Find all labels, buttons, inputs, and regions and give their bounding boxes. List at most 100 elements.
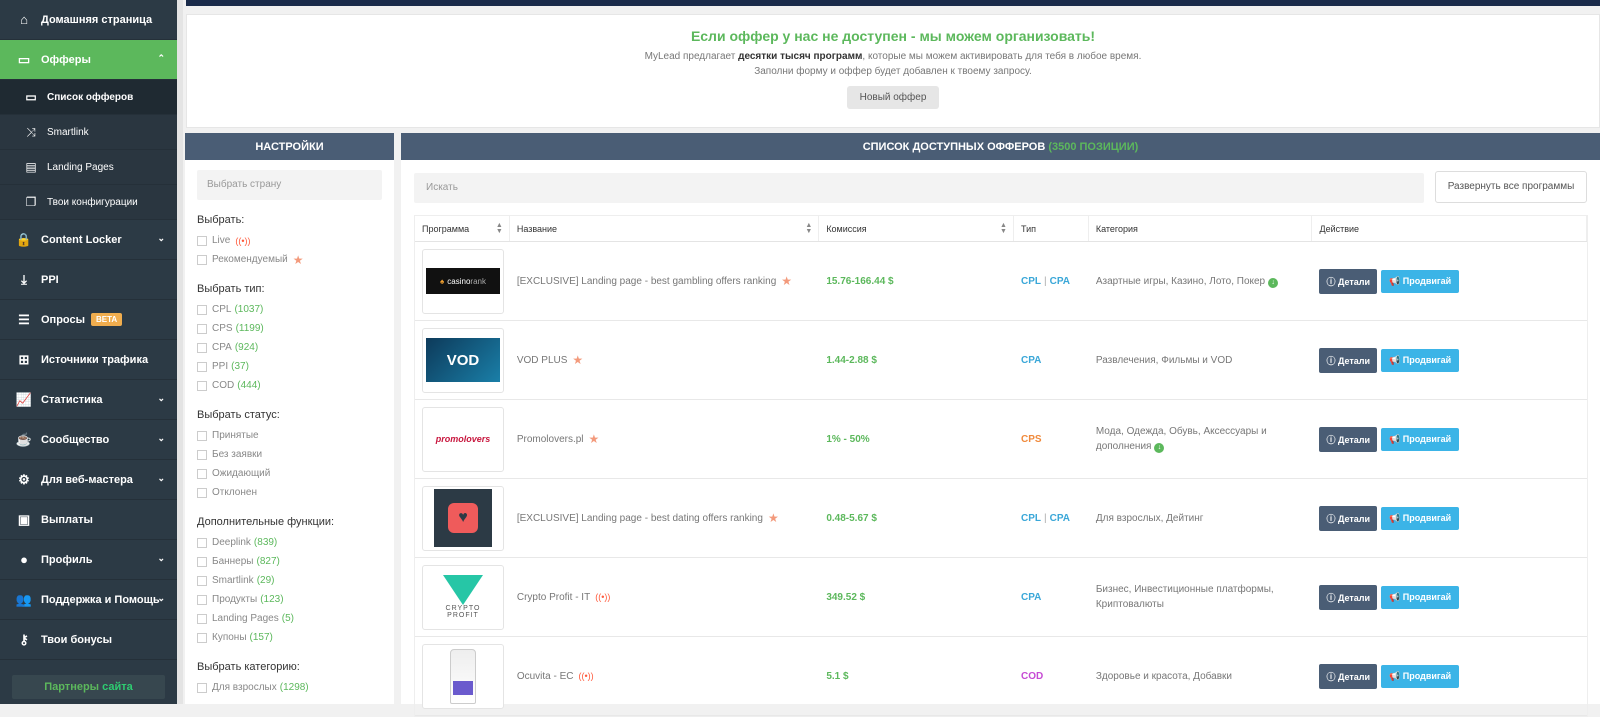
sort-icon[interactable]: ▲ ▼: [1000, 222, 1007, 235]
sidebar-item-0[interactable]: ⌂ Домашняя страница: [0, 0, 177, 40]
details-button[interactable]: ⓘ Детали: [1319, 584, 1378, 610]
filter-option[interactable]: Продукты (123): [197, 590, 394, 609]
column-header[interactable]: Комиссия ▲ ▼: [819, 216, 1014, 241]
checkbox[interactable]: [197, 380, 207, 391]
sidebar-subitem-1[interactable]: ⤨ Smartlink: [0, 115, 177, 150]
checkbox[interactable]: [197, 254, 207, 265]
casino-rank-logo[interactable]: ♠ casino rank: [422, 248, 504, 314]
filter-option[interactable]: CPL (1037): [197, 300, 394, 319]
promote-button[interactable]: 📢 Продвигай: [1381, 269, 1460, 293]
checkbox[interactable]: [197, 537, 207, 548]
filter-option[interactable]: Баннеры (827): [197, 552, 394, 571]
promolovers-logo[interactable]: promolovers: [422, 406, 504, 472]
checkbox[interactable]: [197, 556, 207, 567]
sidebar-item-11[interactable]: 👥 Поддержка и Помощь ⌄: [0, 580, 177, 620]
dating-logo[interactable]: ♥: [422, 485, 504, 551]
new-offer-button[interactable]: Новый оффер: [846, 86, 940, 109]
sidebar-item-12[interactable]: ⚷ Твои бонусы: [0, 620, 177, 660]
filter-option[interactable]: CPS (1199): [197, 319, 394, 338]
search-input[interactable]: Искать: [414, 173, 1424, 203]
filter-option[interactable]: Принятые: [197, 426, 394, 445]
filter-option[interactable]: Live ((•)): [197, 231, 394, 250]
filter-option[interactable]: Deeplink (839): [197, 533, 394, 552]
column-header[interactable]: Название ▲ ▼: [510, 216, 820, 241]
filter-option[interactable]: Отклонен: [197, 483, 394, 502]
sort-icon[interactable]: ▲ ▼: [805, 222, 812, 235]
filter-option[interactable]: Для взрослых (1298): [197, 678, 394, 697]
type-separator: |: [1043, 275, 1047, 287]
details-button[interactable]: ⓘ Детали: [1319, 505, 1378, 531]
offer-name[interactable]: VOD PLUS: [517, 355, 568, 366]
sidebar-item-5[interactable]: ⊞ Источники трафика: [0, 340, 177, 380]
filter-option[interactable]: Купоны (157): [197, 628, 394, 647]
column-header[interactable]: Программа ▲ ▼: [415, 216, 510, 241]
details-button[interactable]: ⓘ Детали: [1319, 426, 1378, 452]
sidebar-item-6[interactable]: 📈 Статистика ⌄: [0, 380, 177, 420]
promote-button[interactable]: 📢 Продвигай: [1381, 427, 1460, 451]
checkbox[interactable]: [197, 235, 207, 246]
checkbox[interactable]: [197, 323, 207, 334]
sidebar-subitem-2[interactable]: ▤ Landing Pages: [0, 150, 177, 185]
sidebar-item-7[interactable]: ☕ Сообщество ⌄: [0, 420, 177, 460]
sidebar-subitem-0[interactable]: ▭ Список офферов: [0, 80, 177, 115]
partners-button[interactable]: Партнеры сайта: [12, 675, 165, 699]
sidebar-item-2[interactable]: 🔒 Content Locker ⌄: [0, 220, 177, 260]
checkbox[interactable]: [197, 594, 207, 605]
checkbox[interactable]: [197, 682, 207, 693]
sort-icon[interactable]: ▲ ▼: [496, 222, 503, 235]
sidebar-item-4[interactable]: ☰ Опросы BETA: [0, 300, 177, 340]
sidebar-item-10[interactable]: ● Профиль ⌄: [0, 540, 177, 580]
checkbox[interactable]: [197, 468, 207, 479]
checkbox[interactable]: [197, 487, 207, 498]
offer-name[interactable]: [EXCLUSIVE] Landing page - best gambling…: [517, 276, 776, 287]
filter-option[interactable]: Smartlink (29): [197, 571, 394, 590]
details-button[interactable]: ⓘ Детали: [1319, 268, 1378, 294]
promote-button[interactable]: 📢 Продвигай: [1381, 506, 1460, 530]
vod-plus-logo[interactable]: VOD: [422, 327, 504, 393]
offer-name[interactable]: Crypto Profit - IT: [517, 592, 590, 603]
details-button[interactable]: ⓘ Детали: [1319, 347, 1378, 373]
expand-category-icon[interactable]: ↓: [1268, 277, 1279, 288]
offer-name[interactable]: Ocuvita - EC: [517, 671, 574, 682]
column-header: Тип: [1014, 216, 1089, 241]
filter-option[interactable]: Рекомендуемый ★: [197, 250, 394, 269]
checkbox[interactable]: [197, 613, 207, 624]
filter-option[interactable]: COD (444): [197, 376, 394, 395]
sidebar-item-9[interactable]: ▣ Выплаты: [0, 500, 177, 540]
country-select[interactable]: Выбрать страну: [197, 170, 382, 200]
filter-option[interactable]: Без заявки: [197, 445, 394, 464]
sidebar-item-1[interactable]: ▭ Офферы ⌃: [0, 40, 177, 80]
filter-option[interactable]: Ожидающий: [197, 464, 394, 483]
checkbox[interactable]: [197, 430, 207, 441]
monitor-icon: ▭: [25, 90, 37, 104]
filter-option[interactable]: Landing Pages (5): [197, 609, 394, 628]
checkbox[interactable]: [197, 449, 207, 460]
promote-button[interactable]: 📢 Продвигай: [1381, 585, 1460, 609]
checkbox[interactable]: [197, 632, 207, 643]
promote-label: Продвигай: [1402, 591, 1452, 602]
checkbox[interactable]: [197, 304, 207, 315]
filter-option-label: Landing Pages: [212, 613, 279, 624]
expand-all-button[interactable]: Развернуть все программы: [1435, 171, 1587, 203]
category-text: Здоровье и красота, Добавки: [1096, 669, 1232, 684]
sidebar-subitem-3[interactable]: ❐ Твои конфигурации: [0, 185, 177, 220]
offer-name[interactable]: [EXCLUSIVE] Landing page - best dating o…: [517, 513, 763, 524]
sidebar-item-8[interactable]: ⚙ Для веб-мастера ⌄: [0, 460, 177, 500]
offer-name[interactable]: Promolovers.pl: [517, 434, 584, 445]
details-button[interactable]: ⓘ Детали: [1319, 663, 1378, 689]
crypto-profit-logo[interactable]: CRYPTO PROFIT: [422, 564, 504, 630]
sidebar-item-3[interactable]: ⤓ PPI: [0, 260, 177, 300]
filter-option[interactable]: PPI (37): [197, 357, 394, 376]
checkbox[interactable]: [197, 575, 207, 586]
checkbox[interactable]: [197, 361, 207, 372]
expand-category-icon[interactable]: ↓: [1154, 443, 1165, 453]
sidebar-item-label: Профиль: [41, 553, 93, 566]
checkbox[interactable]: [197, 342, 207, 353]
promote-button[interactable]: 📢 Продвигай: [1381, 664, 1460, 688]
settings-panel: НАСТРОЙКИ Выбрать страну Выбрать: Live ((•…: [185, 133, 394, 704]
filter-option[interactable]: CPA (924): [197, 338, 394, 357]
commission: 349.52 $: [826, 591, 866, 603]
promote-button[interactable]: 📢 Продвигай: [1381, 348, 1460, 372]
type-cell: COD: [1014, 637, 1089, 715]
ocuvita-logo[interactable]: [422, 643, 504, 709]
